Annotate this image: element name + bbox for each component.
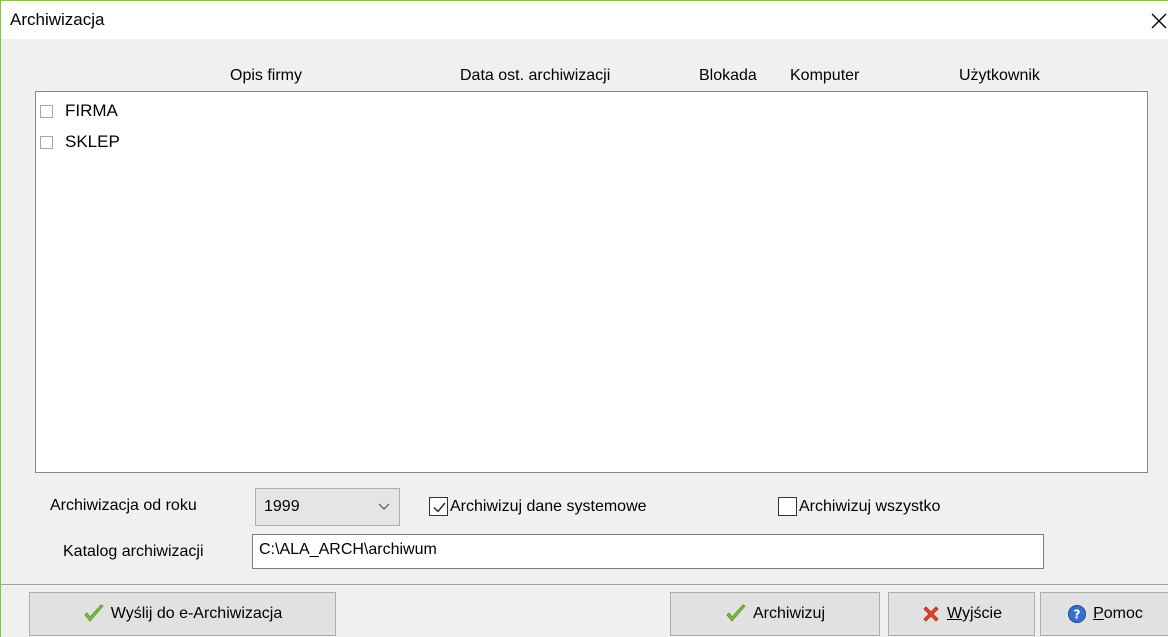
archive-all-label: Archiwizuj wszystko xyxy=(799,497,941,515)
column-header-opis-firmy[interactable]: Opis firmy xyxy=(230,67,302,85)
separator xyxy=(1,584,1168,585)
help-icon: ? xyxy=(1067,604,1087,624)
from-year-label: Archiwizacja od roku xyxy=(50,497,197,514)
column-header-data-archiwizacji[interactable]: Data ost. archiwizacji xyxy=(460,67,610,85)
list-item[interactable]: FIRMA xyxy=(40,100,118,122)
directory-label: Katalog archiwizacji xyxy=(63,543,204,560)
title-bar: Archiwizacja xyxy=(1,1,1168,39)
column-header-uzytkownik[interactable]: Użytkownik xyxy=(959,67,1040,85)
company-name: FIRMA xyxy=(65,101,118,120)
exit-label: Wyjście xyxy=(947,605,1002,622)
chevron-down-icon[interactable] xyxy=(369,489,399,525)
system-data-label: Archiwizuj dane systemowe xyxy=(450,497,647,515)
archiwizacja-dialog: Archiwizacja Opis firmy Data ost. archiw… xyxy=(0,0,1168,637)
send-e-archive-label: Wyślij do e-Archiwizacja xyxy=(110,605,283,622)
directory-field[interactable]: C:\ALA_ARCH\archiwum xyxy=(252,534,1044,569)
company-name: SKLEP xyxy=(65,132,120,151)
checkmark-icon xyxy=(725,604,747,624)
svg-text:?: ? xyxy=(1074,608,1081,622)
help-label: Pomoc xyxy=(1093,605,1143,622)
archive-button[interactable]: Archiwizuj xyxy=(670,592,880,636)
system-data-option[interactable]: Archiwizuj dane systemowe xyxy=(429,497,647,516)
system-data-checkbox[interactable] xyxy=(429,497,448,516)
archive-all-option[interactable]: Archiwizuj wszystko xyxy=(778,497,940,516)
send-e-archive-button[interactable]: Wyślij do e-Archiwizacja xyxy=(29,592,336,636)
from-year-select[interactable]: 1999 xyxy=(255,488,400,526)
company-checkbox[interactable] xyxy=(40,104,53,118)
list-item[interactable]: SKLEP xyxy=(40,131,120,153)
red-cross-icon xyxy=(921,604,941,624)
archive-label: Archiwizuj xyxy=(752,605,825,622)
archive-all-checkbox[interactable] xyxy=(778,497,797,516)
company-list[interactable]: FIRMA SKLEP xyxy=(35,91,1148,473)
column-header-komputer[interactable]: Komputer xyxy=(790,67,859,85)
column-header-blokada[interactable]: Blokada xyxy=(699,67,757,85)
help-button[interactable]: ? Pomoc xyxy=(1040,592,1168,636)
from-year-value: 1999 xyxy=(264,498,300,515)
window-title: Archiwizacja xyxy=(10,10,105,29)
exit-button[interactable]: Wyjście xyxy=(888,592,1035,636)
company-checkbox[interactable] xyxy=(40,135,53,149)
checkmark-icon xyxy=(83,604,105,624)
close-icon[interactable] xyxy=(1147,5,1168,35)
